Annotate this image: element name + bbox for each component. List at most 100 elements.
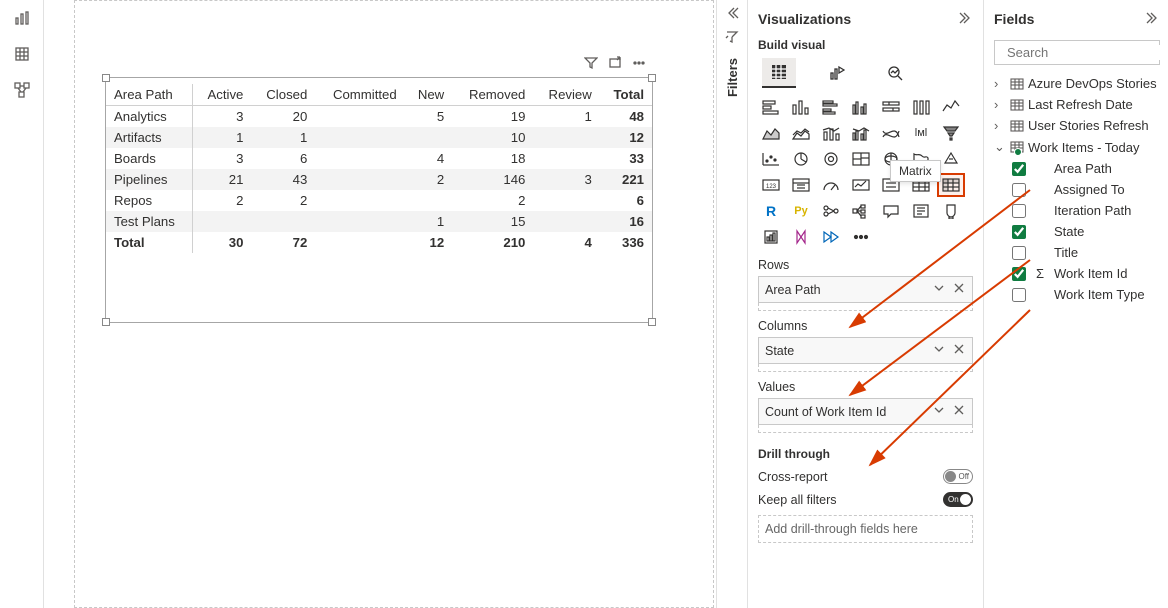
- key-influencers-icon[interactable]: [818, 200, 844, 222]
- field-item[interactable]: Iteration Path: [994, 200, 1160, 221]
- table-row[interactable]: Boards3641833: [106, 148, 652, 169]
- column-header[interactable]: Total: [600, 84, 652, 106]
- collapse-fields-icon[interactable]: [1146, 11, 1160, 28]
- power-apps-icon[interactable]: [788, 226, 814, 248]
- drill-through-fields-well[interactable]: Add drill-through fields here: [758, 515, 973, 543]
- table-row[interactable]: Repos2226: [106, 190, 652, 211]
- focus-mode-icon[interactable]: [608, 56, 622, 70]
- field-checkbox[interactable]: [1012, 183, 1026, 197]
- treemap-icon[interactable]: [848, 148, 874, 170]
- column-header[interactable]: Review: [533, 84, 599, 106]
- matrix-viz-icon[interactable]: [938, 174, 964, 196]
- resize-handle-br[interactable]: [648, 318, 656, 326]
- report-view-icon[interactable]: [12, 8, 32, 28]
- python-visual-icon[interactable]: Py: [788, 200, 814, 222]
- resize-handle-tl[interactable]: [102, 74, 110, 82]
- decomposition-tree-icon[interactable]: [848, 200, 874, 222]
- column-header[interactable]: Removed: [452, 84, 533, 106]
- field-item[interactable]: Assigned To: [994, 179, 1160, 200]
- line-stacked-column-icon[interactable]: [818, 122, 844, 144]
- stacked-area-icon[interactable]: [788, 122, 814, 144]
- multi-row-card-icon[interactable]: [788, 174, 814, 196]
- gauge-icon[interactable]: [818, 174, 844, 196]
- columns-well[interactable]: State: [758, 337, 973, 364]
- model-view-icon[interactable]: [12, 80, 32, 100]
- scatter-icon[interactable]: [758, 148, 784, 170]
- goals-icon[interactable]: [938, 200, 964, 222]
- remove-rows-icon[interactable]: [952, 281, 966, 298]
- table-row[interactable]: Analytics320519148: [106, 106, 652, 128]
- remove-values-icon[interactable]: [952, 403, 966, 420]
- format-visual-tab[interactable]: [820, 58, 854, 88]
- card-icon[interactable]: 123: [758, 174, 784, 196]
- pie-icon[interactable]: [788, 148, 814, 170]
- column-header[interactable]: New: [405, 84, 453, 106]
- keep-all-filters-toggle[interactable]: On: [943, 492, 973, 507]
- more-options-icon[interactable]: [632, 56, 646, 70]
- area-chart-icon[interactable]: [758, 122, 784, 144]
- azure-map-icon[interactable]: [938, 148, 964, 170]
- stacked-bar-icon[interactable]: [758, 96, 784, 118]
- field-checkbox[interactable]: [1012, 267, 1026, 281]
- table-row[interactable]: Test Plans11516: [106, 211, 652, 232]
- smart-narrative-icon[interactable]: [908, 200, 934, 222]
- resize-handle-bl[interactable]: [102, 318, 110, 326]
- field-item[interactable]: Area Path: [994, 158, 1160, 179]
- more-visuals-icon[interactable]: [848, 226, 874, 248]
- chevron-down-icon[interactable]: [932, 342, 946, 359]
- field-item[interactable]: Title: [994, 242, 1160, 263]
- field-checkbox[interactable]: [1012, 288, 1026, 302]
- table-tree-item[interactable]: Azure DevOps Stories -...: [994, 73, 1160, 94]
- resize-handle-tr[interactable]: [648, 74, 656, 82]
- rows-well[interactable]: Area Path: [758, 276, 973, 303]
- field-item[interactable]: State: [994, 221, 1160, 242]
- field-checkbox[interactable]: [1012, 204, 1026, 218]
- build-visual-tab[interactable]: [762, 58, 796, 88]
- data-view-icon[interactable]: [12, 44, 32, 64]
- report-canvas[interactable]: Area PathActiveClosedCommittedNewRemoved…: [44, 0, 716, 608]
- waterfall-icon[interactable]: lᴍl: [908, 122, 934, 144]
- expand-filters-icon[interactable]: [725, 6, 739, 20]
- hundred-stacked-column-icon[interactable]: [908, 96, 934, 118]
- filter-funnel-icon[interactable]: [725, 30, 739, 44]
- canvas-page[interactable]: Area PathActiveClosedCommittedNewRemoved…: [74, 0, 714, 608]
- values-well[interactable]: Count of Work Item Id: [758, 398, 973, 425]
- column-header[interactable]: Area Path: [106, 84, 193, 106]
- funnel-icon[interactable]: [938, 122, 964, 144]
- table-tree-item[interactable]: Last Refresh Date: [994, 94, 1160, 115]
- ribbon-chart-icon[interactable]: [878, 122, 904, 144]
- analytics-tab[interactable]: [878, 58, 912, 88]
- matrix-visual[interactable]: Area PathActiveClosedCommittedNewRemoved…: [105, 77, 653, 323]
- collapse-viz-icon[interactable]: [959, 11, 973, 28]
- cross-report-toggle[interactable]: Off: [943, 469, 973, 484]
- filter-icon[interactable]: [584, 56, 598, 70]
- chevron-down-icon[interactable]: [932, 403, 946, 420]
- field-item[interactable]: Work Item Type: [994, 284, 1160, 305]
- paginated-report-icon[interactable]: [758, 226, 784, 248]
- kpi-icon[interactable]: [848, 174, 874, 196]
- qa-visual-icon[interactable]: [878, 200, 904, 222]
- donut-icon[interactable]: [818, 148, 844, 170]
- field-checkbox[interactable]: [1012, 225, 1026, 239]
- r-visual-icon[interactable]: R: [758, 200, 784, 222]
- power-automate-icon[interactable]: [818, 226, 844, 248]
- clustered-bar-icon[interactable]: [818, 96, 844, 118]
- search-input[interactable]: [1007, 45, 1168, 60]
- table-row[interactable]: Pipelines214321463221: [106, 169, 652, 190]
- fields-search-box[interactable]: [994, 40, 1160, 65]
- field-item[interactable]: ΣWork Item Id: [994, 263, 1160, 284]
- line-clustered-column-icon[interactable]: [848, 122, 874, 144]
- remove-columns-icon[interactable]: [952, 342, 966, 359]
- column-header[interactable]: Active: [193, 84, 252, 106]
- hundred-stacked-bar-icon[interactable]: [878, 96, 904, 118]
- field-checkbox[interactable]: [1012, 246, 1026, 260]
- line-chart-icon[interactable]: [938, 96, 964, 118]
- table-tree-item[interactable]: User Stories Refresh: [994, 115, 1160, 136]
- table-tree-item[interactable]: Work Items - Today: [994, 136, 1160, 158]
- stacked-column-icon[interactable]: [788, 96, 814, 118]
- column-header[interactable]: Closed: [251, 84, 315, 106]
- table-row[interactable]: Artifacts111012: [106, 127, 652, 148]
- clustered-column-icon[interactable]: [848, 96, 874, 118]
- column-header[interactable]: Committed: [315, 84, 404, 106]
- field-checkbox[interactable]: [1012, 162, 1026, 176]
